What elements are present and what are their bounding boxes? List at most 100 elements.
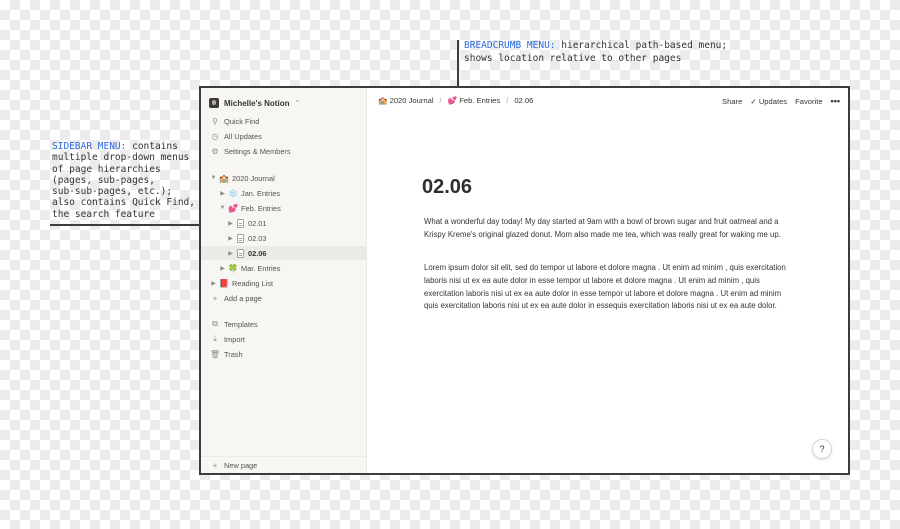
workspace-name: Michelle's Notion <box>224 98 290 108</box>
chevron-updown-icon: ⌃ <box>294 100 301 107</box>
favorite-button[interactable]: Favorite <box>795 97 822 106</box>
sidebar-item-label: Feb. Entries <box>241 203 281 213</box>
clock-icon: ◷ <box>211 131 219 141</box>
breadcrumb-annotation: BREADCRUMB MENU: hierarchical path-based… <box>464 40 727 65</box>
chevron-right-icon[interactable]: ▶ <box>226 250 235 257</box>
sidebar-item-label: Settings & Members <box>224 146 291 156</box>
breadcrumb-separator: / <box>506 96 509 105</box>
main-content: 🏫 2020 Journal / 💕 Feb. Entries / 02.06 … <box>367 88 848 473</box>
sidebar-item-2020-journal[interactable]: ▼ 🏫 2020 Journal <box>201 171 366 185</box>
more-options-icon[interactable]: ••• <box>831 96 840 106</box>
sidebar: Michelle's Notion ⌃ ⚲ Quick Find ◷ All U… <box>201 88 367 473</box>
page-icon <box>237 248 244 258</box>
breadcrumb-item-current[interactable]: 02.06 <box>514 96 533 105</box>
updates-button[interactable]: ✓ Updates <box>750 97 787 106</box>
school-emoji-icon: 🏫 <box>378 96 388 105</box>
chevron-right-icon[interactable]: ▶ <box>209 280 218 287</box>
sidebar-item-label: 02.06 <box>248 248 267 258</box>
hearts-emoji-icon: 💕 <box>447 96 458 105</box>
sidebar-item-label: New page <box>224 461 258 470</box>
snowflake-emoji-icon: ❄️ <box>228 188 238 198</box>
sidebar-annotation-line: (pages, sub-pages, <box>52 174 155 186</box>
sidebar-item-reading-list[interactable]: ▶ 📕 Reading List <box>201 276 366 290</box>
hearts-emoji-icon: 💕 <box>228 203 238 213</box>
sidebar-annotation: SIDEBAR MENU: contains multiple drop-dow… <box>52 141 195 220</box>
plus-icon: + <box>212 461 218 470</box>
text-block[interactable]: Lorem ipsum dolor sit elit, sed do tempo… <box>424 262 796 313</box>
notion-window: Michelle's Notion ⌃ ⚲ Quick Find ◷ All U… <box>199 86 850 475</box>
breadcrumb-label: 2020 Journal <box>389 96 434 105</box>
trash-icon: 🗑 <box>209 349 221 359</box>
plus-icon: + <box>212 293 218 303</box>
page-icon <box>237 218 244 228</box>
breadcrumb-annotation-leader <box>457 40 459 86</box>
sidebar-quick-find[interactable]: ⚲ Quick Find <box>201 114 366 128</box>
sidebar-item-feb-entries[interactable]: ▼ 💕 Feb. Entries <box>201 201 366 215</box>
sidebar-item-label: Add a page <box>224 293 262 303</box>
clover-emoji-icon: 🍀 <box>228 263 238 273</box>
breadcrumb-annotation-line: shows location relative to other pages <box>464 52 682 64</box>
sidebar-annotation-leader <box>50 224 200 226</box>
breadcrumb-annotation-title: BREADCRUMB MENU: <box>464 40 556 51</box>
breadcrumb-item[interactable]: 💕 Feb. Entries <box>448 96 501 105</box>
sidebar-annotation-line: of page hierarchies <box>52 163 161 175</box>
chevron-down-icon[interactable]: ▼ <box>218 205 227 211</box>
share-button[interactable]: Share <box>722 97 742 106</box>
book-emoji-icon: 📕 <box>219 278 229 288</box>
sidebar-templates[interactable]: ⧉ Templates <box>201 317 366 331</box>
chevron-right-icon[interactable]: ▶ <box>226 235 235 242</box>
sidebar-item-label: Import <box>224 334 245 344</box>
page-title: 02.06 <box>422 176 473 198</box>
sidebar-item-0203[interactable]: ▶ 02.03 <box>201 231 366 245</box>
chevron-right-icon[interactable]: ▶ <box>218 265 227 272</box>
sidebar-annotation-line: also contains Quick Find, <box>52 197 195 209</box>
chevron-down-icon[interactable]: ▼ <box>209 175 218 181</box>
sidebar-item-0206[interactable]: ▶ 02.06 <box>201 246 366 260</box>
sidebar-annotation-title: SIDEBAR MENU: <box>52 141 127 152</box>
sidebar-item-0201[interactable]: ▶ 02.01 <box>201 216 366 230</box>
sidebar-item-label: Templates <box>224 319 258 329</box>
sidebar-import[interactable]: ⤓ Import <box>201 332 366 346</box>
sidebar-item-label: 02.03 <box>248 233 267 243</box>
gear-icon: ⚙ <box>211 146 219 156</box>
sidebar-annotation-line: the search feature <box>52 208 155 220</box>
topbar-actions: Share ✓ Updates Favorite ••• <box>722 96 840 106</box>
help-button[interactable]: ? <box>812 439 832 459</box>
text-block[interactable]: What a wonderful day today! My day start… <box>424 216 796 242</box>
chevron-right-icon[interactable]: ▶ <box>218 190 227 197</box>
sidebar-new-page[interactable]: + New page <box>201 456 366 473</box>
breadcrumb-separator: / <box>439 96 442 105</box>
breadcrumb-item[interactable]: 🏫 2020 Journal <box>378 96 434 105</box>
check-icon: ✓ <box>750 96 757 106</box>
sidebar-annotation-line: sub-sub-pages, etc.); <box>52 186 173 198</box>
sidebar-item-label: 02.01 <box>248 218 267 228</box>
breadcrumb-annotation-line: hierarchical path-based menu; <box>561 40 728 51</box>
sidebar-item-mar-entries[interactable]: ▶ 🍀 Mar. Entries <box>201 261 366 275</box>
sidebar-item-label: Jan. Entries <box>241 188 281 198</box>
sidebar-add-page[interactable]: + Add a page <box>201 291 366 305</box>
search-icon: ⚲ <box>212 116 218 126</box>
sidebar-annotation-line: multiple drop-down menus <box>52 152 190 164</box>
templates-icon: ⧉ <box>212 319 218 328</box>
sidebar-item-label: Quick Find <box>224 116 260 126</box>
sidebar-item-jan-entries[interactable]: ▶ ❄️ Jan. Entries <box>201 186 366 200</box>
sidebar-item-label: Reading List <box>232 278 274 288</box>
page-icon <box>237 233 244 243</box>
sidebar-trash[interactable]: 🗑 Trash <box>201 347 366 361</box>
workspace-avatar <box>209 98 219 108</box>
sidebar-item-label: All Updates <box>224 131 262 141</box>
sidebar-settings[interactable]: ⚙ Settings & Members <box>201 144 366 158</box>
sidebar-item-label: Mar. Entries <box>241 263 281 273</box>
school-emoji-icon: 🏫 <box>219 173 229 183</box>
sidebar-item-label: 2020 Journal <box>232 173 275 183</box>
breadcrumb: 🏫 2020 Journal / 💕 Feb. Entries / 02.06 <box>378 96 533 105</box>
chevron-right-icon[interactable]: ▶ <box>226 220 235 227</box>
sidebar-annotation-line: contains <box>132 141 178 152</box>
sidebar-all-updates[interactable]: ◷ All Updates <box>201 129 366 143</box>
import-icon: ⤓ <box>213 334 217 343</box>
updates-label: Updates <box>758 96 788 106</box>
breadcrumb-label: Feb. Entries <box>459 96 501 105</box>
topbar: 🏫 2020 Journal / 💕 Feb. Entries / 02.06 … <box>367 88 848 116</box>
workspace-switcher[interactable]: Michelle's Notion ⌃ <box>209 95 300 111</box>
sidebar-item-label: Trash <box>224 349 243 359</box>
